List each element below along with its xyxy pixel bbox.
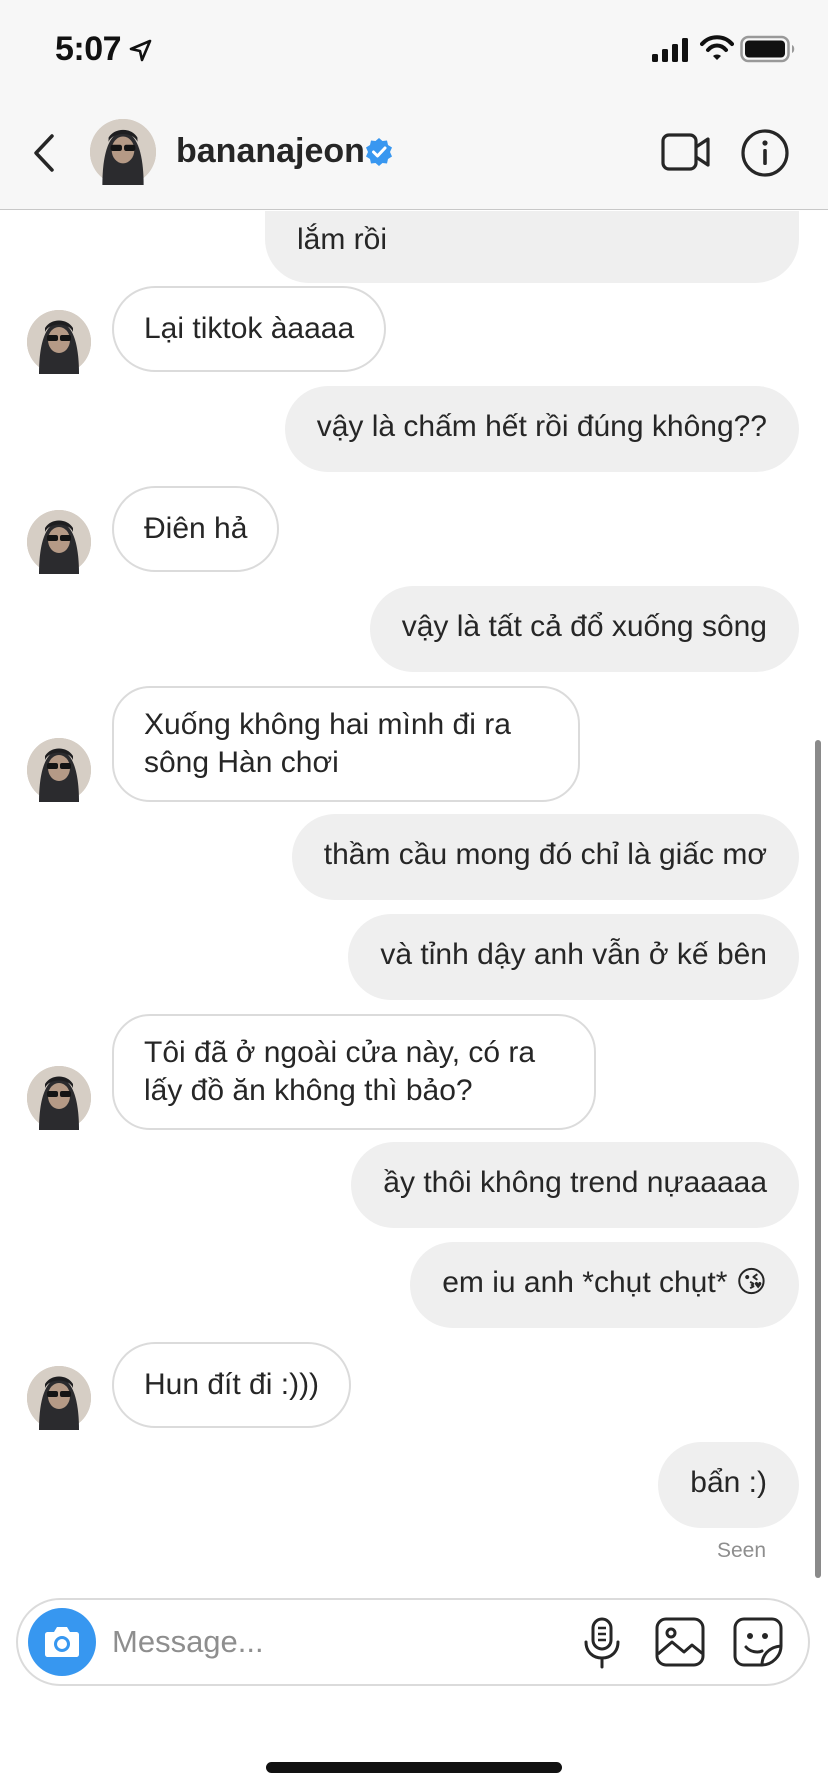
- gallery-icon[interactable]: [654, 1616, 706, 1668]
- avatar[interactable]: [90, 119, 156, 185]
- message-received[interactable]: Lại tiktok àaaaa: [112, 286, 387, 372]
- message-sent[interactable]: vậy là tất cả đổ xuống sông: [369, 586, 799, 672]
- message-received[interactable]: Tôi đã ở ngoài cửa này, có ra lấy đồ ăn …: [112, 1014, 596, 1130]
- message-sent[interactable]: và tỉnh dậy anh vẫn ở kế bên: [348, 914, 799, 1000]
- verified-badge-icon: [366, 138, 392, 166]
- info-icon[interactable]: [740, 128, 790, 178]
- message-sent[interactable]: ầy thôi không trend nựaaaaa: [351, 1142, 799, 1228]
- message-received[interactable]: Điên hả: [112, 486, 280, 572]
- wifi-icon: [700, 35, 734, 60]
- video-camera-icon[interactable]: [660, 130, 712, 174]
- sticker-icon[interactable]: [732, 1616, 784, 1668]
- message-thread[interactable]: lắm rồi Lại tiktok àaaaa vậy là chấm hết…: [0, 211, 828, 1581]
- camera-icon: [45, 1627, 79, 1657]
- message-sent[interactable]: em iu anh *chụt chụt* 😘: [410, 1242, 799, 1328]
- battery-icon: [740, 35, 795, 63]
- avatar[interactable]: [27, 738, 91, 802]
- message-received[interactable]: Hun đít đi :))): [112, 1342, 352, 1428]
- message-sent[interactable]: lắm rồi: [265, 211, 799, 283]
- username[interactable]: bananajeon: [176, 132, 365, 171]
- seen-status: Seen: [716, 1539, 766, 1562]
- avatar[interactable]: [27, 1066, 91, 1130]
- avatar[interactable]: [27, 310, 91, 374]
- avatar[interactable]: [27, 510, 91, 574]
- status-time: 5:07: [55, 30, 122, 68]
- message-input[interactable]: [112, 1614, 492, 1670]
- message-sent[interactable]: vậy là chấm hết rồi đúng không??: [284, 386, 799, 472]
- signal-icon: [652, 38, 688, 62]
- message-received[interactable]: Xuống không hai mình đi ra sông Hàn chơi: [112, 686, 580, 802]
- dm-screen: 5:07 bananajeon lắm rồi Lại tiktok àaaaa…: [0, 0, 828, 1792]
- location-arrow-icon: [129, 39, 152, 62]
- chat-header: bananajeon: [0, 100, 828, 210]
- microphone-icon[interactable]: [578, 1616, 626, 1670]
- back-arrow-icon[interactable]: [28, 130, 62, 176]
- message-composer: [16, 1598, 810, 1686]
- avatar[interactable]: [27, 1366, 91, 1430]
- home-indicator[interactable]: [266, 1762, 562, 1773]
- camera-button[interactable]: [28, 1608, 96, 1676]
- message-sent[interactable]: bẩn :): [658, 1442, 799, 1528]
- message-sent[interactable]: thầm cầu mong đó chỉ là giấc mơ: [291, 814, 799, 900]
- scrollbar[interactable]: [815, 740, 821, 1578]
- status-bar: 5:07: [0, 0, 828, 100]
